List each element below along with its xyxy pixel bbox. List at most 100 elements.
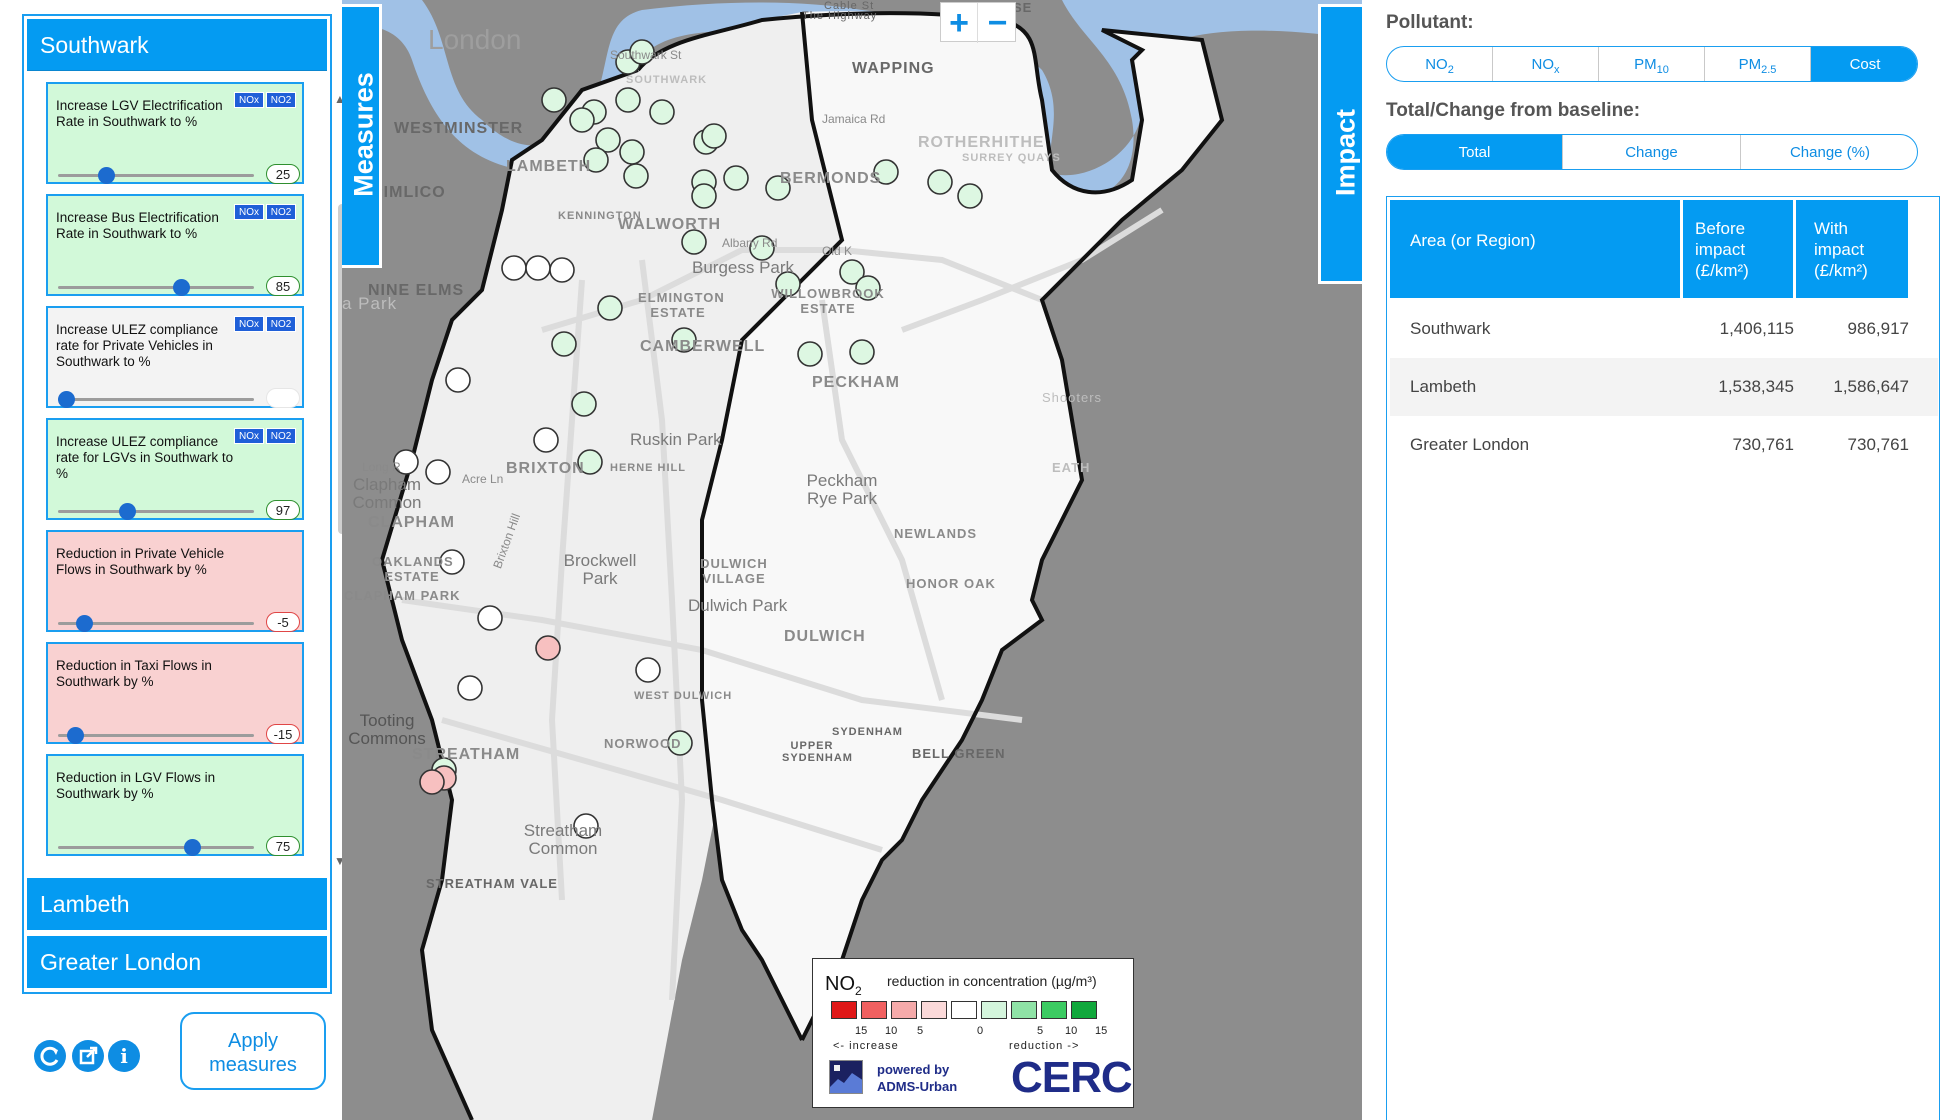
monitor-point[interactable]	[445, 367, 471, 393]
pollutant-option-cost[interactable]: Cost	[1811, 47, 1917, 81]
refresh-icon[interactable]	[34, 1040, 66, 1072]
monitor-point[interactable]	[619, 139, 645, 165]
table-header-before[interactable]: Before impact (£/km²)	[1683, 200, 1793, 298]
table-row[interactable]: Southwark 1,406,115 986,917	[1390, 300, 1938, 358]
table-header-area[interactable]: Area (or Region)	[1390, 200, 1680, 298]
monitor-point[interactable]	[457, 675, 483, 701]
measure-slider-track[interactable]	[58, 846, 254, 849]
nox-tag: NOx	[234, 316, 264, 332]
monitor-point[interactable]	[501, 255, 527, 281]
monitor-point[interactable]	[797, 341, 823, 367]
impact-panel: Pollutant: NO2 NOx PM10 PM2.5 Cost Total…	[1362, 0, 1940, 1120]
measure-value[interactable]: 85	[266, 276, 300, 296]
impact-table: Area (or Region) Before impact (£/km²) W…	[1386, 196, 1940, 1120]
monitor-point[interactable]	[549, 257, 575, 283]
measure-slider-track[interactable]	[58, 398, 254, 401]
region-header-lambeth[interactable]: Lambeth	[27, 878, 327, 930]
impact-tab[interactable]: Impact	[1318, 4, 1362, 284]
map-label: Clapham Common	[352, 475, 422, 512]
table-header-with[interactable]: With impact (£/km²)	[1796, 200, 1908, 298]
map-label: WAPPING	[852, 60, 935, 77]
monitor-point[interactable]	[615, 87, 641, 113]
zoom-out-button[interactable]: −	[979, 3, 1016, 43]
monitor-point[interactable]	[723, 165, 749, 191]
mode-option-change-percent[interactable]: Change (%)	[1741, 135, 1917, 169]
measure-slider-track[interactable]	[58, 510, 254, 513]
region-header-southwark[interactable]: Southwark	[27, 19, 327, 71]
measure-value[interactable]: 97	[266, 500, 300, 520]
map-label: PIMLICO	[372, 184, 446, 201]
legend-powered-by: powered by ADMS-Urban	[877, 1061, 957, 1095]
measure-slider-thumb[interactable]	[119, 503, 137, 520]
monitor-point[interactable]	[849, 339, 875, 365]
zoom-in-button[interactable]: +	[941, 3, 978, 43]
share-icon[interactable]	[72, 1040, 104, 1072]
measure-slider-thumb[interactable]	[58, 391, 75, 408]
monitor-point[interactable]	[477, 605, 503, 631]
map-label: Streatham Common	[523, 821, 603, 858]
monitor-point[interactable]	[571, 391, 597, 417]
monitor-point[interactable]	[957, 183, 983, 209]
monitor-point[interactable]	[525, 255, 551, 281]
measure-slider-thumb[interactable]	[173, 279, 191, 296]
monitor-point[interactable]	[419, 769, 445, 795]
measure-slider-track[interactable]	[58, 286, 254, 289]
apply-measures-button[interactable]: Apply measures	[180, 1012, 326, 1090]
table-cell-with: 1,586,647	[1833, 377, 1909, 396]
measure-slider-thumb[interactable]	[67, 727, 84, 744]
map-view[interactable]: London WESTMINSTER LAMBETH SOUTHWARK WAL…	[342, 0, 1362, 1120]
map-label: STREATHAM VALE	[426, 876, 558, 891]
map-label: CAMBERWELL	[640, 338, 766, 355]
legend-pollutant: NO2	[825, 973, 862, 998]
measure-value[interactable]: 25	[266, 164, 300, 184]
measure-value[interactable]: -15	[266, 724, 300, 744]
info-icon[interactable]: i	[108, 1040, 140, 1072]
measure-card: Increase LGV Electrification Rate in Sou…	[46, 82, 304, 184]
measure-slider-thumb[interactable]	[97, 167, 115, 184]
table-cell-with: 730,761	[1847, 435, 1909, 454]
mode-option-total[interactable]: Total	[1387, 135, 1563, 169]
monitor-point[interactable]	[701, 123, 727, 149]
monitor-point[interactable]	[927, 169, 953, 195]
region-header-greater-london[interactable]: Greater London	[27, 936, 327, 988]
measure-label: Reduction in Taxi Flows in Southwark by …	[56, 658, 212, 689]
map-legend: NO2 reduction in concentration (µg/m³) 1…	[812, 958, 1134, 1108]
measure-slider-thumb[interactable]	[76, 615, 93, 632]
pollutant-option-pm25[interactable]: PM2.5	[1705, 47, 1811, 81]
measure-slider-track[interactable]	[58, 174, 254, 177]
map-label: Tooting Commons	[348, 711, 426, 748]
monitor-point[interactable]	[541, 87, 567, 113]
measure-slider-thumb[interactable]	[184, 839, 201, 856]
table-row[interactable]: Lambeth 1,538,345 1,586,647	[1390, 358, 1938, 416]
monitor-point[interactable]	[569, 107, 595, 133]
measure-value[interactable]: -5	[266, 612, 300, 632]
pollutant-option-nox[interactable]: NOx	[1493, 47, 1599, 81]
monitor-point[interactable]	[597, 295, 623, 321]
legend-tick: 10	[1065, 1025, 1078, 1037]
table-cell-before: 1,406,115	[1719, 319, 1794, 338]
monitor-point[interactable]	[533, 427, 559, 453]
powered-by-text: powered by	[877, 1062, 950, 1077]
table-cell-area: Southwark	[1410, 319, 1491, 338]
map-label: BELL GREEN	[912, 746, 1006, 761]
table-cell-with: 986,917	[1847, 319, 1909, 338]
measure-value[interactable]: 75	[266, 836, 300, 856]
table-cell-before: 730,761	[1732, 435, 1794, 454]
measure-slider-track[interactable]	[58, 734, 254, 737]
measure-card: Increase ULEZ compliance rate for Privat…	[46, 306, 304, 408]
monitor-point[interactable]	[649, 99, 675, 125]
monitor-point[interactable]	[551, 331, 577, 357]
legend-color-box	[1011, 1001, 1037, 1019]
no2-tag: NO2	[266, 428, 296, 444]
measure-value[interactable]	[266, 388, 300, 408]
measures-tab[interactable]: Measures	[342, 4, 382, 268]
monitor-point[interactable]	[635, 657, 661, 683]
monitor-point[interactable]	[691, 183, 717, 209]
monitor-point[interactable]	[535, 635, 561, 661]
pollutant-option-pm10[interactable]: PM10	[1599, 47, 1705, 81]
pollutant-option-no2[interactable]: NO2	[1387, 47, 1493, 81]
map-label: NEWLANDS	[894, 526, 978, 541]
monitor-point[interactable]	[623, 163, 649, 189]
mode-option-change[interactable]: Change	[1563, 135, 1741, 169]
table-row[interactable]: Greater London 730,761 730,761	[1390, 416, 1938, 474]
